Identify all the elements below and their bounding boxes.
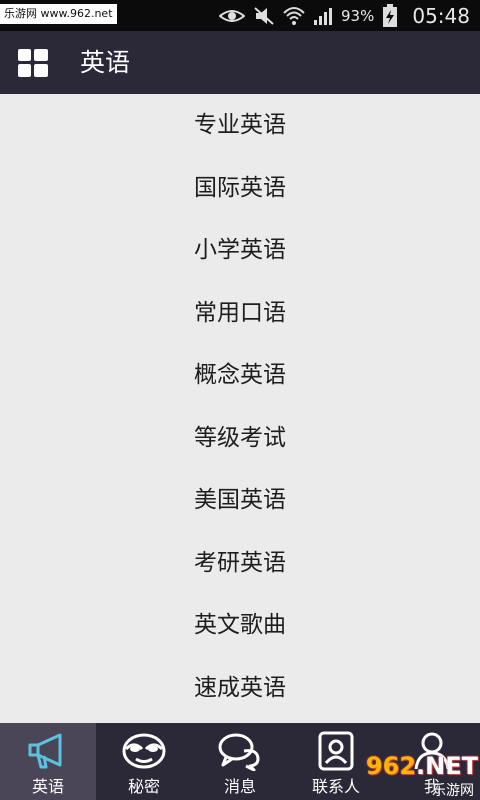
tab-label: 联系人 [311,777,360,796]
list-item[interactable]: 速成英语 [0,657,480,720]
list-item[interactable]: 小学英语 [0,219,480,282]
megaphone-icon [28,733,62,769]
app-bar: 英语 [0,31,480,94]
signal-icon [314,7,333,25]
tab-label: 秘密 [127,777,160,796]
list-item[interactable]: 美国英语 [0,469,480,532]
tab-label: 我 [423,777,440,796]
battery-charging-icon [383,3,398,27]
grid-icon[interactable] [18,49,48,77]
tab-me[interactable]: 我 [384,723,480,800]
status-bar: 乐游网 www.962.net 93% 05:48 [0,0,480,31]
page-title: 英语 [80,48,131,77]
list-item[interactable]: 国际英语 [0,157,480,220]
tab-english[interactable]: 英语 [0,723,96,800]
battery-percent: 93% [341,6,375,25]
tab-messages[interactable]: 消息 [192,723,288,800]
status-icons: 93% 05:48 [219,0,470,31]
list-item[interactable]: 专业英语 [0,94,480,157]
wifi-icon [283,6,305,25]
tab-label: 消息 [223,777,256,796]
tab-contacts[interactable]: 联系人 [288,723,384,800]
list-item[interactable]: 英文歌曲 [0,594,480,657]
chat-bubbles-icon [218,733,260,771]
list-item[interactable]: 常用口语 [0,282,480,345]
category-list: 专业英语 国际英语 小学英语 常用口语 概念英语 等级考试 美国英语 考研英语 … [0,94,480,723]
tab-secret[interactable]: 秘密 [96,723,192,800]
clock: 05:48 [412,3,470,28]
bottom-nav: 英语 秘密 消息 联系人 我 [0,723,480,800]
mask-icon [122,733,166,769]
list-item[interactable]: 概念英语 [0,344,480,407]
eye-icon [219,9,246,22]
contacts-icon [318,731,354,771]
mute-icon [254,6,274,25]
list-item[interactable]: 考研英语 [0,532,480,595]
list-item[interactable]: 等级考试 [0,407,480,470]
tab-label: 英语 [31,777,64,796]
person-icon [414,732,450,770]
watermark-label: 乐游网 www.962.net [0,4,117,24]
